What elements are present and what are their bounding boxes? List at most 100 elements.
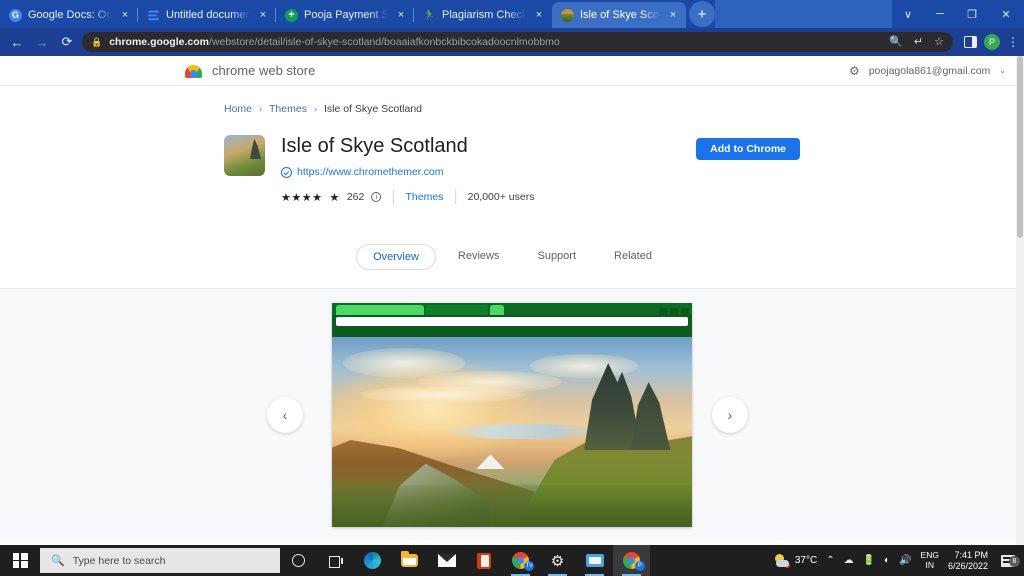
taskbar-app-office[interactable] [465, 545, 502, 576]
browser-tab-3[interactable]: Pooja Payment Sheet - Goog × [275, 2, 414, 28]
preview-toolbar [332, 314, 692, 329]
preview-window-controls [659, 307, 692, 315]
gear-icon[interactable]: ⚙ [849, 64, 860, 78]
breadcrumb-themes[interactable]: Themes [269, 103, 307, 115]
verified-check-icon [281, 166, 292, 178]
gallery-next-button[interactable]: › [712, 396, 748, 433]
theme-favicon-icon [561, 8, 574, 22]
sea-layer [440, 423, 606, 440]
item-stats: ★★★★ ★ 262 i | Themes | 20,000+ users [281, 188, 680, 206]
minimize-button[interactable]: ─ [924, 0, 956, 28]
gdocs-favicon-icon [9, 8, 22, 22]
chevron-down-icon[interactable]: ⌄ [999, 66, 1006, 75]
start-button[interactable] [0, 545, 40, 576]
taskbar-app-edge[interactable] [354, 545, 391, 576]
search-icon: 🔍 [51, 555, 65, 567]
preview-wallpaper [332, 336, 692, 527]
cortana-circle-icon [292, 554, 305, 567]
weather-widget[interactable]: 37°C [774, 553, 817, 568]
omnibox-actions: 🔍 ↵ ☆ [879, 36, 944, 48]
tab-search-chevron-down-icon[interactable]: ∨ [892, 0, 924, 28]
task-view-icon [328, 555, 343, 568]
url-host: chrome.google.com [109, 36, 209, 48]
clock-time: 7:41 PM [954, 550, 988, 561]
back-button[interactable]: ← [7, 32, 27, 52]
bookmark-star-icon[interactable]: ☆ [934, 36, 944, 48]
clock[interactable]: 7:41 PM 6/26/2022 [948, 550, 988, 570]
file-explorer-icon [401, 551, 418, 567]
system-tray: 37°C ⌃ ☁ 🔋 ◐ 🔊 ENG IN 7:41 PM 6/26/2022 … [774, 550, 1024, 571]
taskbar-app-chrome-tv[interactable]: Tv [502, 545, 539, 576]
item-website[interactable]: https://www.chromethemer.com [281, 166, 680, 178]
new-tab-button[interactable]: + [689, 1, 715, 27]
language-indicator[interactable]: ENG IN [921, 550, 939, 570]
gallery-prev-button[interactable]: ‹ [267, 396, 303, 433]
tab-related[interactable]: Related [598, 244, 668, 270]
browser-tab-1[interactable]: Google Docs: Online Docum × [0, 2, 138, 28]
scrollbar-thumb[interactable] [1017, 56, 1023, 238]
close-window-button[interactable]: ✕ [988, 0, 1024, 28]
tab-title: Untitled document - Google [166, 9, 250, 21]
item-website-url[interactable]: https://www.chromethemer.com [297, 166, 443, 178]
stats-divider: | [453, 188, 458, 205]
tab-close-icon[interactable]: × [394, 8, 408, 22]
task-view-button[interactable] [317, 545, 354, 576]
tab-close-icon[interactable]: × [118, 8, 132, 22]
star-rating-icon: ★★★★ [281, 191, 323, 204]
toolbar-right-actions: P ⋮ [958, 34, 1019, 50]
browser-tab-5-active[interactable]: Isle of Skye Scotland - Chrom × [552, 2, 686, 28]
page-viewport: chrome web store ⚙ poojagola861@gmail.co… [0, 56, 1024, 545]
browser-tab-4[interactable]: Plagiarism Checker - Free & × [413, 2, 552, 28]
tab-overview[interactable]: Overview [356, 244, 436, 270]
show-hidden-icons-chevron-up-icon[interactable]: ⌃ [826, 555, 834, 566]
windows-taskbar: 🔍 Type here to search Tv ⚙ P 37°C ⌃ ☁ 🔋 … [0, 545, 1024, 576]
battery-icon[interactable]: 🔋 [863, 555, 875, 566]
profile-avatar[interactable]: P [984, 34, 1000, 50]
share-icon[interactable]: ↵ [914, 36, 923, 48]
notification-center-button[interactable]: 8 [997, 554, 1020, 567]
info-icon[interactable]: i [371, 192, 382, 202]
tab-close-icon[interactable]: × [532, 8, 546, 22]
account-area[interactable]: ⚙ poojagola861@gmail.com ⌄ [849, 64, 1006, 78]
profile-badge: Tv [524, 561, 534, 571]
web-store-brand[interactable]: chrome web store [185, 63, 315, 78]
taskbar-search-placeholder: Type here to search [72, 554, 166, 567]
taskbar-app-settings[interactable]: ⚙ [539, 545, 576, 576]
screenshot-gallery: ‹ › [0, 288, 1024, 540]
search-icon[interactable]: 🔍 [889, 36, 903, 48]
theme-preview-screenshot[interactable] [332, 302, 692, 527]
preview-new-tab [490, 304, 504, 315]
taskbar-app-mail[interactable] [428, 545, 465, 576]
tab-reviews[interactable]: Reviews [442, 244, 516, 270]
chrome-menu-icon[interactable]: ⋮ [1007, 36, 1019, 48]
onedrive-icon[interactable]: ☁ [844, 555, 854, 566]
page-scrollbar[interactable] [1016, 56, 1024, 545]
reload-button[interactable]: ⟳ [57, 32, 77, 52]
item-metadata: Isle of Skye Scotland https://www.chrome… [281, 135, 680, 206]
cortana-button[interactable] [280, 545, 317, 576]
address-bar[interactable]: 🔒 chrome.google.com/webstore/detail/isle… [82, 32, 953, 52]
wifi-icon[interactable]: ◐ [884, 555, 890, 566]
volume-icon[interactable]: 🔊 [899, 555, 911, 566]
add-to-chrome-button[interactable]: Add to Chrome [696, 138, 800, 160]
tab-close-icon[interactable]: × [666, 8, 680, 22]
taskbar-app-icons: Tv ⚙ P [280, 545, 650, 576]
preview-tab [426, 304, 488, 315]
breadcrumb-separator: › [259, 104, 263, 114]
breadcrumb: Home › Themes › Isle of Skye Scotland [224, 86, 800, 115]
browser-tab-2[interactable]: Untitled document - Google × [137, 2, 276, 28]
breadcrumb-home[interactable]: Home [224, 103, 252, 115]
tab-close-icon[interactable]: × [256, 8, 270, 22]
category-link-themes[interactable]: Themes [406, 191, 444, 203]
tab-support[interactable]: Support [521, 244, 592, 270]
taskbar-app-photos[interactable] [576, 545, 613, 576]
taskbar-app-file-explorer[interactable] [391, 545, 428, 576]
taskbar-search-input[interactable]: 🔍 Type here to search [40, 548, 280, 573]
maximize-button[interactable]: ❐ [956, 0, 988, 28]
taskbar-app-chrome-active[interactable]: P [613, 545, 650, 576]
microsoft-edge-icon [364, 552, 381, 569]
side-panel-icon[interactable] [964, 36, 977, 48]
plagiarism-favicon-icon [423, 9, 436, 22]
preview-tab-active [336, 304, 424, 315]
breadcrumb-separator: › [313, 104, 317, 114]
